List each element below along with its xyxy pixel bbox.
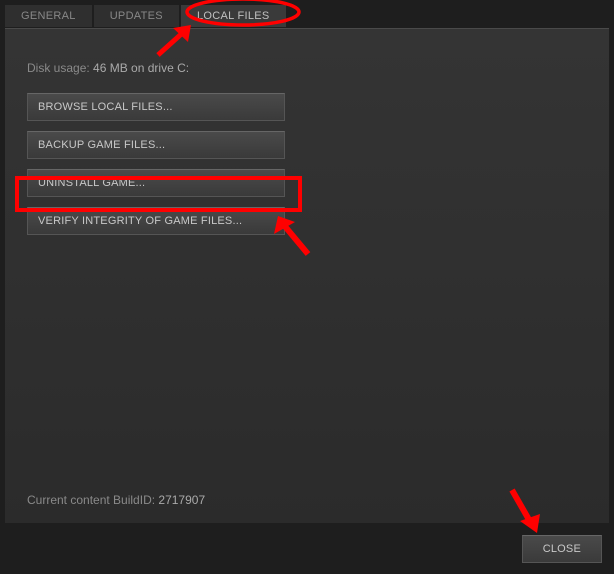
build-id-prefix: Current content BuildID:: [27, 493, 158, 507]
dialog-footer: CLOSE: [0, 524, 614, 574]
browse-local-files-button[interactable]: BROWSE LOCAL FILES...: [27, 93, 285, 121]
uninstall-game-button[interactable]: UNINSTALL GAME...: [27, 169, 285, 197]
disk-usage-value: 46 MB on drive C:: [93, 61, 189, 75]
tab-local-files[interactable]: LOCAL FILES: [181, 5, 286, 27]
disk-usage-prefix: Disk usage:: [27, 61, 93, 75]
build-id-value: 2717907: [158, 493, 205, 507]
build-id-label: Current content BuildID: 2717907: [27, 493, 205, 507]
local-files-actions: BROWSE LOCAL FILES... BACKUP GAME FILES.…: [27, 93, 587, 235]
tabs-bar: GENERAL UPDATES LOCAL FILES: [5, 5, 609, 29]
tab-general[interactable]: GENERAL: [5, 5, 92, 27]
close-button[interactable]: CLOSE: [522, 535, 602, 563]
verify-integrity-button[interactable]: VERIFY INTEGRITY OF GAME FILES...: [27, 207, 285, 235]
tab-updates[interactable]: UPDATES: [94, 5, 179, 27]
backup-game-files-button[interactable]: BACKUP GAME FILES...: [27, 131, 285, 159]
disk-usage-label: Disk usage: 46 MB on drive C:: [27, 61, 587, 75]
local-files-panel: Disk usage: 46 MB on drive C: BROWSE LOC…: [5, 29, 609, 523]
